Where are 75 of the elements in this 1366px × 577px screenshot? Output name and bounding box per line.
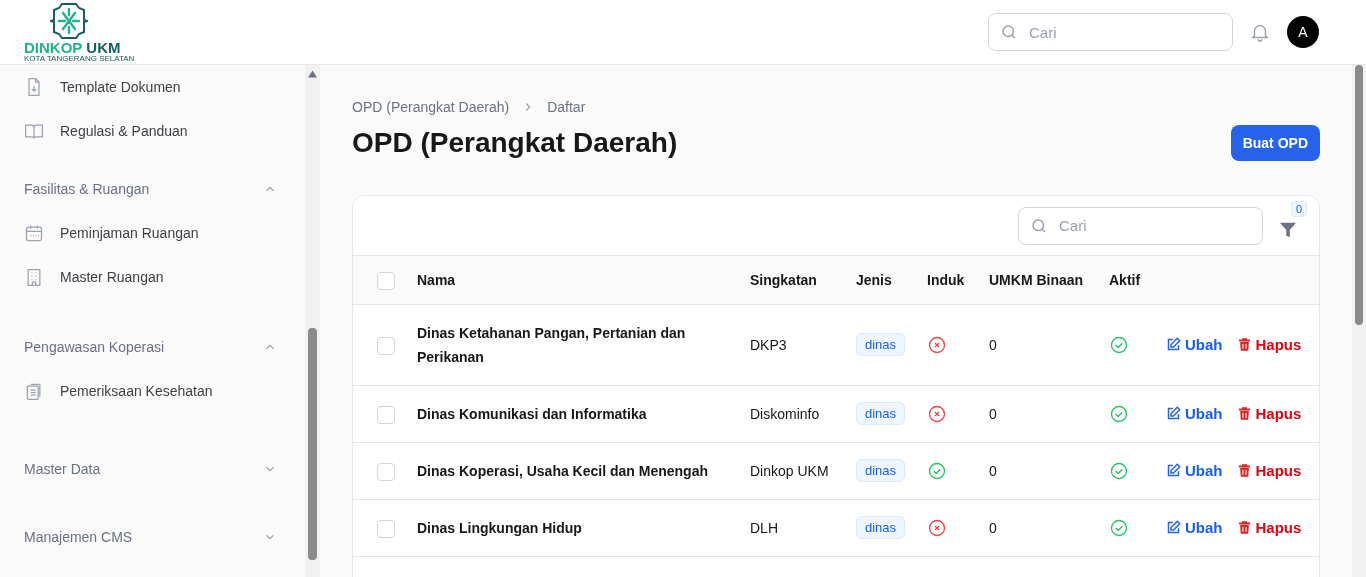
type-tag: dinas	[856, 516, 906, 540]
breadcrumb-link[interactable]: OPD (Perangkat Daerah)	[352, 97, 510, 117]
checkbox[interactable]	[377, 462, 395, 481]
search-field[interactable]: Cari	[1018, 206, 1263, 245]
breadcrumb-link[interactable]: Daftar	[547, 97, 586, 117]
type-tag: dinas	[856, 333, 906, 357]
table-cell: Dinas Koperasi, Usaha Kecil dan Menengah	[417, 462, 708, 479]
delete-link[interactable]: Hapus	[1236, 459, 1302, 482]
sidebar-item[interactable]: Peminjaman Ruangan	[0, 211, 305, 255]
sidebar-scrollbar[interactable]	[305, 65, 320, 577]
checkbox[interactable]	[377, 336, 395, 355]
trash-icon	[1236, 520, 1252, 535]
column-header: Induk	[927, 256, 989, 304]
table-cell: 0	[989, 519, 997, 536]
user-avatar[interactable]: A	[1287, 16, 1319, 48]
column-header: Aktif	[1109, 256, 1166, 304]
search-field[interactable]: Cari	[988, 13, 1233, 51]
scroll-up-arrow-icon[interactable]	[308, 70, 317, 78]
search-icon	[1030, 216, 1048, 235]
checkbox[interactable]	[377, 271, 395, 290]
edit-link[interactable]: Ubah	[1166, 402, 1223, 425]
checkbox[interactable]	[377, 519, 395, 538]
logo-icon	[50, 1, 88, 40]
column-header: UMKM Binaan	[989, 256, 1109, 304]
trash-icon	[1236, 406, 1252, 421]
sidebar-item[interactable]: Pemeriksaan Kesehatan	[0, 369, 305, 413]
edit-icon	[1166, 337, 1181, 352]
edit-icon	[1166, 463, 1181, 478]
edit-link[interactable]: Ubah	[1166, 516, 1223, 539]
delete-link[interactable]: Hapus	[1236, 333, 1302, 356]
filter-icon[interactable]	[1279, 220, 1297, 239]
column-header: Nama	[417, 256, 750, 304]
section-title: Manajemen CMS	[24, 528, 133, 547]
trash-icon	[1236, 337, 1252, 352]
search-icon	[1000, 23, 1018, 41]
sidebar-item[interactable]: Master Ruangan	[0, 255, 305, 299]
filter-count: 0	[1291, 200, 1308, 217]
page-scrollbar[interactable]	[1352, 65, 1366, 577]
table-cell: 0	[989, 462, 997, 479]
section-header[interactable]: Manajemen CMS	[0, 525, 305, 549]
edit-link[interactable]: Ubah	[1166, 459, 1223, 482]
page-title: OPD (Perangkat Daerah)	[352, 126, 678, 160]
edit-icon	[1166, 406, 1181, 421]
section-title: Master Data	[24, 460, 101, 479]
table-cell: Dinas Komunikasi dan Informatika	[417, 405, 647, 422]
calendar-icon	[24, 223, 44, 243]
delete-link[interactable]: Hapus	[1236, 402, 1302, 425]
table-cell: DKP3	[750, 336, 787, 353]
section-header[interactable]: Fasilitas & Ruangan	[0, 177, 305, 201]
edit-link[interactable]: Ubah	[1166, 333, 1223, 356]
table-cell: DLH	[750, 519, 778, 536]
table-cell: 0	[989, 405, 997, 422]
checkbox[interactable]	[377, 405, 395, 424]
delete-link[interactable]: Hapus	[1236, 516, 1302, 539]
table-cell: Dinas Ketahanan Pangan, Pertanian dan Perikanan	[417, 324, 686, 365]
table-cell: Dinas Lingkungan Hidup	[417, 519, 582, 536]
sidebar-item[interactable]: Regulasi & Panduan	[0, 109, 305, 153]
edit-icon	[1166, 520, 1181, 535]
column-header: Jenis	[856, 256, 927, 304]
logo-subtitle: KOTA TANGERANG SELATAN	[24, 54, 135, 63]
section-header[interactable]: Pengawasan Koperasi	[0, 335, 305, 359]
create-button[interactable]: Buat OPD	[1230, 125, 1320, 161]
logo-text: UKM	[86, 39, 121, 55]
section-title: Fasilitas & Ruangan	[24, 180, 150, 199]
sidebar-item[interactable]: Template Dokumen	[0, 65, 305, 109]
type-tag: dinas	[856, 402, 906, 426]
type-tag: dinas	[856, 459, 906, 483]
column-header: Singkatan	[750, 256, 856, 304]
section-header[interactable]: Master Data	[0, 457, 305, 481]
table-cell: Diskominfo	[750, 405, 820, 422]
logo-text: DINKOP	[24, 39, 83, 55]
section-title: Pengawasan Koperasi	[24, 338, 165, 357]
table-cell: 0	[989, 336, 997, 353]
table-cell: Dinkop UKM	[750, 462, 829, 479]
trash-icon	[1236, 463, 1252, 478]
